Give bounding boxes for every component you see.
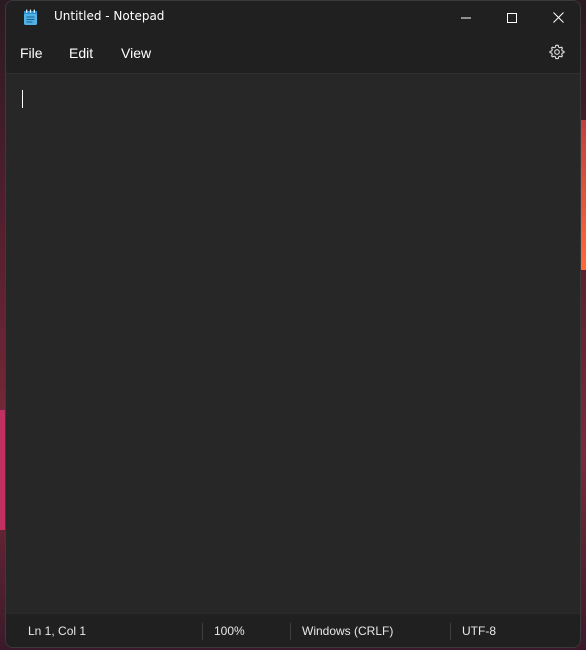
text-caret bbox=[22, 90, 23, 108]
gear-icon bbox=[549, 44, 565, 64]
text-editor[interactable] bbox=[6, 73, 580, 613]
status-divider bbox=[202, 623, 203, 640]
cursor-position: Ln 1, Col 1 bbox=[28, 624, 87, 638]
notepad-window: Untitled - Notepad File Edit View Ln 1, … bbox=[5, 0, 581, 648]
window-title: Untitled - Notepad bbox=[54, 9, 165, 23]
menu-view[interactable]: View bbox=[121, 45, 151, 61]
settings-button[interactable] bbox=[546, 43, 568, 65]
encoding: UTF-8 bbox=[462, 624, 496, 638]
title-bar[interactable]: Untitled - Notepad bbox=[6, 1, 580, 33]
status-divider bbox=[450, 623, 451, 640]
close-icon bbox=[552, 8, 564, 27]
status-divider bbox=[290, 623, 291, 640]
menu-edit[interactable]: Edit bbox=[69, 45, 93, 61]
status-bar: Ln 1, Col 1 100% Windows (CRLF) UTF-8 bbox=[6, 613, 580, 647]
notepad-icon bbox=[22, 9, 40, 26]
menu-file[interactable]: File bbox=[20, 45, 43, 61]
maximize-button[interactable] bbox=[489, 1, 535, 33]
line-ending: Windows (CRLF) bbox=[302, 624, 394, 638]
zoom-level: 100% bbox=[214, 624, 245, 638]
minimize-icon bbox=[461, 8, 471, 27]
menu-bar: File Edit View bbox=[6, 33, 580, 73]
maximize-icon bbox=[507, 8, 517, 27]
minimize-button[interactable] bbox=[443, 1, 489, 33]
close-button[interactable] bbox=[535, 1, 580, 33]
